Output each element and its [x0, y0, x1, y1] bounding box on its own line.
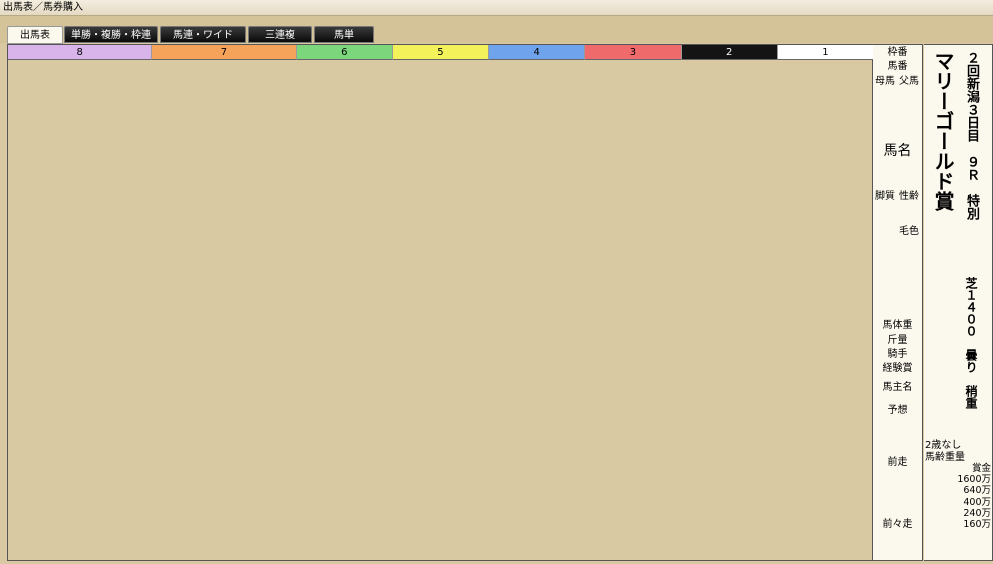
row-labels: 枠番 馬番 父馬 母馬 馬名 性齢 脚質 毛色 馬体重 斤量 騎手 経験賞 馬主…	[873, 44, 923, 561]
race-subtitle: ２回新潟３日目 ９Ｒ 特別	[964, 51, 979, 220]
tab-sanrenpuku[interactable]: 三連複	[248, 26, 312, 43]
label-zensou: 前走	[887, 457, 908, 468]
frame-number: 4	[489, 45, 586, 60]
entry-table: 87654321	[7, 44, 874, 561]
frame-number: 8	[8, 45, 153, 60]
label-bamei: 馬名	[883, 143, 912, 159]
tab-tansho-fukusho-wakuren[interactable]: 単勝・複勝・枠連	[64, 26, 158, 43]
race-cond-age: 2歳なし	[925, 440, 962, 451]
prize-1: 1600万	[957, 474, 991, 486]
frame-number: 7	[152, 45, 297, 60]
frame-number: 3	[585, 45, 682, 60]
race-info-panel: マリーゴールド賞 ２回新潟３日目 ９Ｒ 特別 芝１４００ 曇り 稍重 2歳なし …	[924, 44, 993, 561]
label-bataiju: 馬体重	[882, 320, 913, 331]
label-umaban: 馬番	[887, 61, 908, 72]
label-banushi: 馬主名	[882, 382, 913, 393]
tab-bar: 出馬表 単勝・複勝・枠連 馬連・ワイド 三連複 馬単	[0, 16, 993, 44]
label-keiro: 毛色	[899, 226, 919, 237]
label-kishu: 騎手	[887, 349, 908, 360]
race-title: マリーゴールド賞	[931, 51, 955, 211]
frame-number: 6	[296, 45, 393, 60]
prize-3: 400万	[963, 496, 991, 508]
window-title: 出馬表／馬券購入	[0, 0, 993, 16]
label-yosou: 予想	[887, 405, 908, 416]
prize-2: 640万	[963, 485, 991, 497]
prize-5: 160万	[963, 519, 991, 531]
label-zenzensou: 前々走	[882, 519, 913, 530]
label-waku: 枠番	[887, 47, 908, 58]
tab-umatan[interactable]: 馬単	[314, 26, 374, 43]
label-haha: 母馬	[875, 76, 895, 87]
prize-label: 賞金	[971, 463, 991, 474]
frame-number: 1	[777, 45, 874, 60]
tab-umaren-wide[interactable]: 馬連・ワイド	[160, 26, 246, 43]
label-keiken: 経験賞	[882, 363, 913, 374]
race-prizes: 賞金 1600万 640万 400万 240万 160万	[925, 463, 991, 530]
label-kinryo: 斤量	[887, 335, 908, 346]
race-conditions: 2歳なし 馬齢重量	[925, 440, 992, 464]
prize-4: 240万	[963, 507, 991, 519]
frame-number: 2	[681, 45, 778, 60]
frame-number: 5	[392, 45, 490, 60]
tab-shutsubahyo[interactable]: 出馬表	[7, 26, 63, 44]
label-kyakushitsu: 脚質	[875, 191, 895, 202]
race-course-condition: 芝１４００ 曇り 稍重	[964, 277, 978, 409]
